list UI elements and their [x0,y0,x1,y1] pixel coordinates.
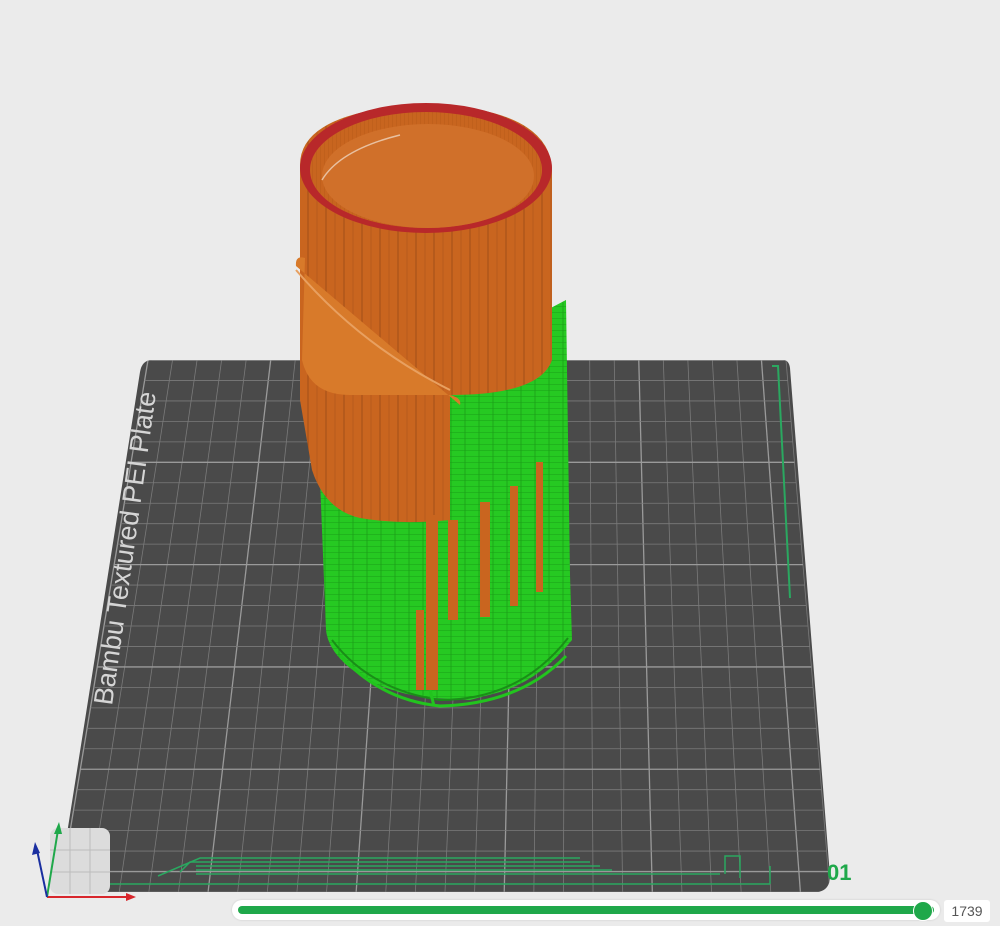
z-axis-line [36,849,48,898]
layer-slider[interactable] [232,900,940,921]
z-axis-arrow-icon [32,842,40,855]
x-axis-arrow-icon [126,893,136,901]
layer-slider-thumb[interactable] [913,901,933,921]
plate-number[interactable]: 01 [827,860,851,886]
layer-slider-fill [238,906,934,914]
current-layer-label: 1739 [944,900,990,922]
3d-viewport[interactable]: Bambu Textured PEI Plate [0,0,1000,926]
